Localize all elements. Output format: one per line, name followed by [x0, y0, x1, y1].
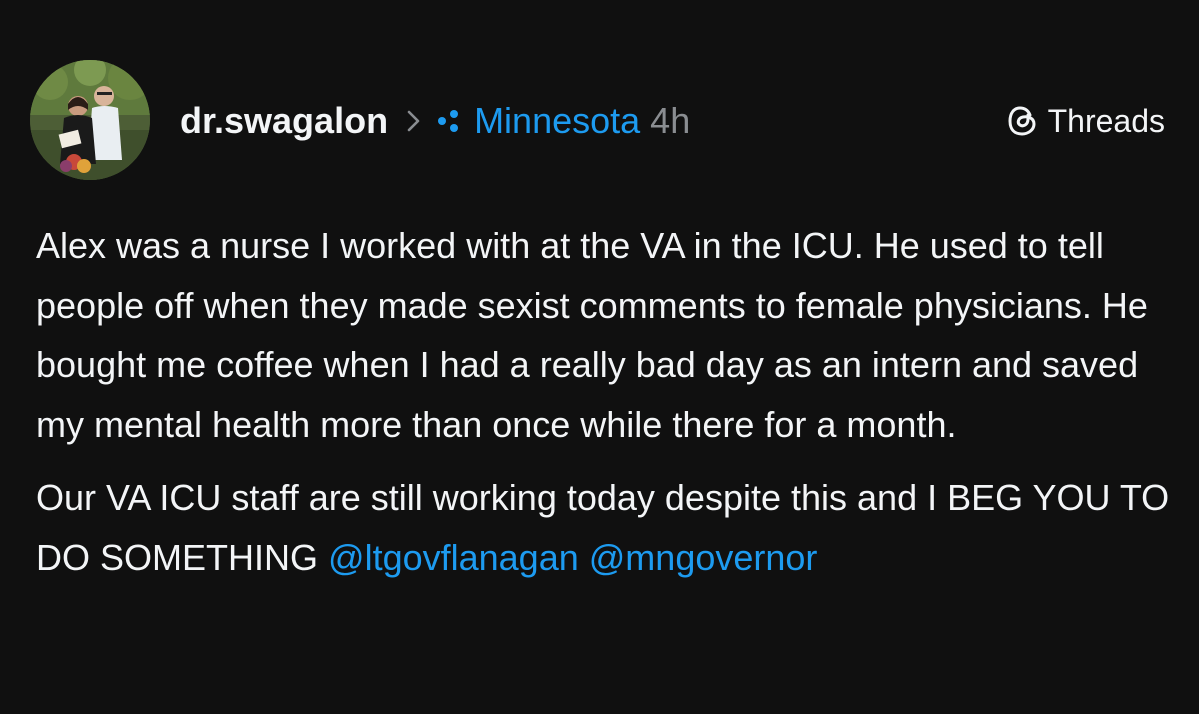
mention-link-mngovernor[interactable]: @mngovernor: [589, 537, 818, 578]
threads-post: dr.swagalon Minnesota 4h Threads Alex wa…: [0, 0, 1199, 714]
threads-logo-icon: [1006, 103, 1040, 139]
community-link[interactable]: Minnesota: [474, 98, 640, 144]
post-timestamp: 4h: [650, 100, 691, 141]
post-body: Alex was a nurse I worked with at the VA…: [36, 216, 1176, 587]
mention-link-ltgovflanagan[interactable]: @ltgovflanagan: [328, 537, 579, 578]
avatar[interactable]: [30, 60, 150, 180]
chevron-right-icon: [406, 109, 422, 133]
threads-brand: Threads: [1006, 98, 1165, 144]
post-paragraph-1: Alex was a nurse I worked with at the VA…: [36, 225, 1148, 445]
username[interactable]: dr.swagalon: [180, 98, 388, 144]
post-header: dr.swagalon Minnesota 4h: [180, 98, 690, 144]
post-paragraph-2: Our VA ICU staff are still working today…: [36, 468, 1176, 587]
community-dots-icon: [436, 109, 464, 133]
brand-label: Threads: [1047, 102, 1165, 139]
